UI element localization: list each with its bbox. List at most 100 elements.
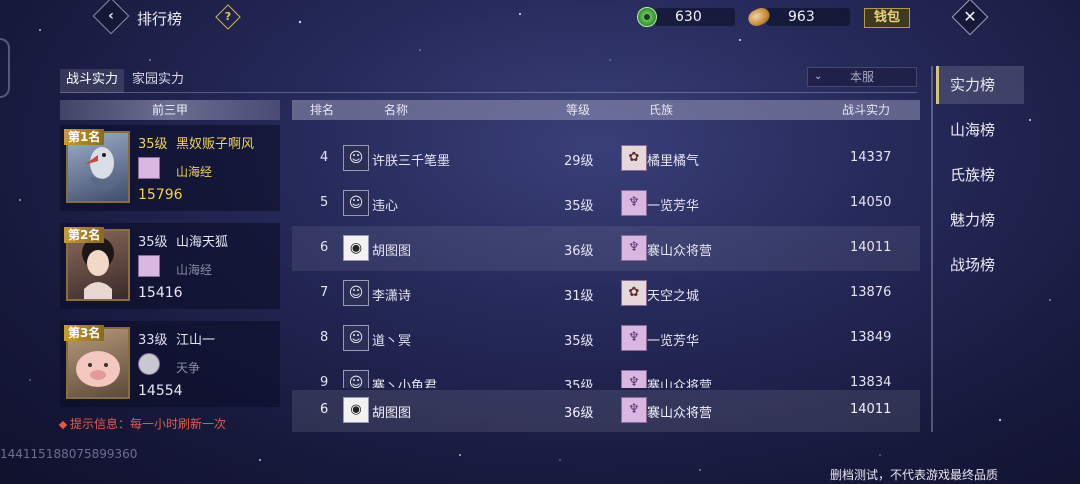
row-name: 褰丶小鱼君 [372, 379, 438, 388]
server-filter-select[interactable]: ⌄ 本服 [807, 67, 917, 87]
tab-combat-power[interactable]: 战斗实力 [60, 69, 125, 93]
row-level: 31级 [564, 289, 594, 304]
player-id: 144115188075899360 [0, 447, 138, 461]
player-avatar-icon: ☺ [343, 325, 369, 351]
row-clan: 褰山众将营 [647, 379, 713, 388]
player-level: 35级 [138, 137, 168, 152]
side-tab-shanhai[interactable]: 山海榜 [936, 111, 1024, 149]
self-rank: 6 [320, 402, 329, 417]
rank-badge: 第1名 [64, 129, 105, 145]
header-level: 等级 [566, 103, 591, 117]
combat-power: 14554 [138, 383, 183, 399]
row-clan: 褰山众将营 [647, 244, 713, 259]
player-avatar-icon: ☺ [343, 145, 369, 171]
header-name: 名称 [384, 103, 409, 117]
left-edge-bracket [0, 38, 10, 98]
clan-emblem-icon [138, 353, 160, 375]
jade-currency: 630 [637, 6, 702, 28]
close-icon: ✕ [963, 7, 977, 26]
self-name: 胡图图 [372, 406, 412, 421]
clan-emblem-icon [138, 255, 160, 277]
gold-ingot-icon [745, 5, 773, 29]
back-button[interactable]: ‹ [92, 0, 130, 35]
table-row[interactable]: 5 ☺ 违心 35级 ♆ 一览芳华 14050 [292, 181, 920, 226]
clan-seal-icon: ♆ [621, 235, 647, 261]
player-name: 黑奴贩子啊风 [176, 137, 255, 152]
player-avatar-icon: ☺ [343, 370, 369, 388]
side-tab-clan[interactable]: 氏族榜 [936, 156, 1024, 194]
top3-card-2[interactable]: 第2名 35级 山海天狐 山海经 15416 [60, 223, 280, 309]
row-level: 29级 [564, 154, 594, 169]
table-row[interactable]: 7 ☺ 李潇诗 31级 ✿ 天空之城 13876 [292, 271, 920, 316]
row-rank: 4 [320, 150, 329, 165]
row-level: 36级 [564, 244, 594, 259]
self-power: 14011 [850, 402, 892, 417]
top3-card-3[interactable]: 第3名 33级 江山一 天争 14554 [60, 321, 280, 407]
player-avatar-icon: ☺ [343, 190, 369, 216]
clan-flower-icon: ✿ [621, 280, 647, 306]
ranking-list[interactable]: 4 ☺ 许朕三千笔墨 29级 ✿ 橘里橘气 14337 5 ☺ 违心 35级 ♆… [292, 136, 920, 388]
row-clan: 一览芳华 [647, 334, 700, 349]
top3-card-1[interactable]: 第1名 35级 黑奴贩子啊风 山海经 15796 [60, 125, 280, 211]
row-rank: 6 [320, 240, 329, 255]
clan-name: 山海经 [176, 263, 213, 277]
table-row[interactable]: 8 ☺ 道丶冥 35级 ♆ 一览芳华 13849 [292, 316, 920, 361]
clan-seal-icon: ♆ [621, 325, 647, 351]
header-rank: 排名 [310, 103, 335, 117]
close-button[interactable]: ✕ [951, 0, 989, 36]
row-name: 许朕三千笔墨 [372, 154, 451, 169]
page-title: 排行榜 [137, 10, 183, 28]
server-filter-value: 本服 [850, 70, 875, 84]
test-disclaimer: 删档测试，不代表游戏最终品质 [830, 468, 999, 482]
header-clan: 氏族 [649, 103, 674, 117]
table-row[interactable]: 9 ☺ 褰丶小鱼君 35级 ♆ 褰山众将营 13834 [292, 361, 920, 388]
row-rank: 8 [320, 330, 329, 345]
self-clan: 褰山众将营 [647, 406, 713, 421]
main-tab-bar: 战斗实力 家园实力 [60, 69, 917, 93]
player-avatar-icon: ☺ [343, 280, 369, 306]
row-level: 35级 [564, 334, 594, 349]
panda-avatar-icon: ◉ [343, 397, 369, 423]
self-rank-row[interactable]: 6 ◉ 胡图图 36级 ♆ 褰山众将营 14011 [292, 390, 920, 432]
row-clan: 橘里橘气 [647, 154, 700, 169]
wallet-button[interactable]: 钱包 [864, 8, 910, 28]
clan-name: 天争 [176, 361, 201, 375]
back-arrow-icon: ‹ [108, 8, 114, 24]
combat-power: 15796 [138, 187, 183, 203]
clan-flower-icon: ✿ [621, 145, 647, 171]
table-header: 排名 名称 等级 氏族 战斗实力 [292, 100, 920, 120]
tip-text: 提示信息：每一小时刷新一次 [70, 417, 227, 431]
row-level: 35级 [564, 379, 594, 388]
table-row[interactable]: 4 ☺ 许朕三千笔墨 29级 ✿ 橘里橘气 14337 [292, 136, 920, 181]
row-power: 13876 [850, 285, 892, 300]
row-power: 14011 [850, 240, 892, 255]
panda-avatar-icon: ◉ [343, 235, 369, 261]
help-button[interactable]: ? [215, 4, 241, 30]
jade-coin-icon [637, 7, 657, 27]
player-name: 江山一 [176, 333, 216, 348]
side-tab-divider [931, 66, 933, 432]
rank-badge: 第3名 [64, 325, 105, 341]
side-tab-charm[interactable]: 魅力榜 [936, 201, 1024, 239]
clan-seal-icon: ♆ [621, 397, 647, 423]
row-rank: 7 [320, 285, 329, 300]
jade-value: 630 [675, 9, 702, 25]
header-power: 战斗实力 [842, 103, 891, 117]
row-rank: 5 [320, 195, 329, 210]
tab-home-power[interactable]: 家园实力 [126, 69, 190, 93]
row-name: 胡图图 [372, 244, 412, 259]
row-level: 35级 [564, 199, 594, 214]
row-power: 13834 [850, 375, 892, 388]
side-tab-battlefield[interactable]: 战场榜 [936, 246, 1024, 284]
refresh-tip: 提示信息：每一小时刷新一次 [58, 415, 227, 432]
rank-badge: 第2名 [64, 227, 105, 243]
tip-diamond-icon [58, 420, 68, 429]
row-clan: 天空之城 [647, 289, 700, 304]
gold-value: 963 [788, 9, 815, 25]
side-tab-power[interactable]: 实力榜 [936, 66, 1024, 104]
top3-header: 前三甲 [60, 100, 280, 120]
row-power: 14050 [850, 195, 892, 210]
table-row[interactable]: 6 ◉ 胡图图 36级 ♆ 褰山众将营 14011 [292, 226, 920, 271]
row-name: 道丶冥 [372, 334, 412, 349]
row-power: 14337 [850, 150, 892, 165]
